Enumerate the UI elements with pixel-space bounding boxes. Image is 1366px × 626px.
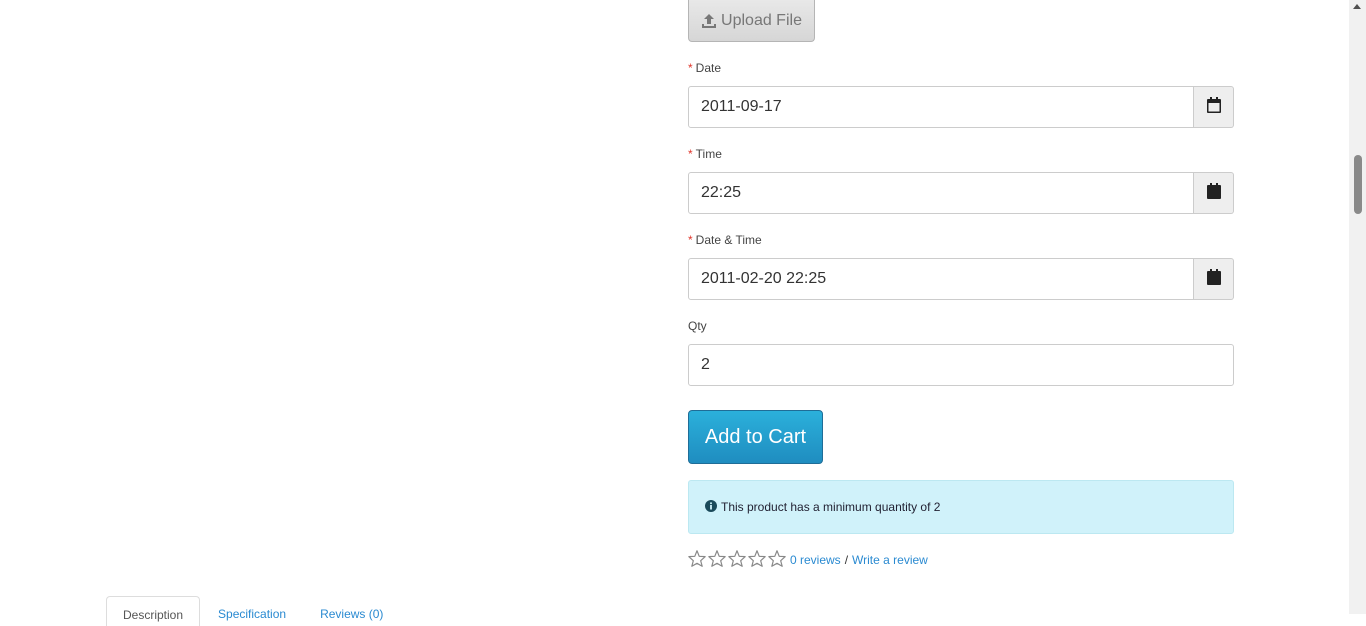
write-review-link[interactable]: Write a review xyxy=(852,553,928,567)
star-empty-icon xyxy=(748,550,766,570)
qty-label: Qty xyxy=(688,319,707,333)
date-picker-button[interactable] xyxy=(1194,86,1234,128)
scroll-up-arrow-icon[interactable] xyxy=(1353,4,1361,9)
time-label-text: Time xyxy=(695,147,722,161)
date-input-group: 2011-09-17 xyxy=(688,86,1234,128)
required-mark: * xyxy=(688,61,693,75)
product-tabs: Description Specification Reviews (0) xyxy=(106,596,401,626)
datetime-input-group: 2011-02-20 22:25 xyxy=(688,258,1234,300)
qty-input[interactable]: 2 xyxy=(688,344,1234,386)
tab-reviews[interactable]: Reviews (0) xyxy=(304,596,399,626)
datetime-picker-button[interactable] xyxy=(1194,258,1234,300)
time-label: * Time xyxy=(688,147,722,161)
time-picker-button[interactable] xyxy=(1194,172,1234,214)
upload-file-label: Upload File xyxy=(721,11,802,29)
upload-file-button[interactable]: Upload File xyxy=(688,0,815,42)
scrollbar-thumb[interactable] xyxy=(1354,155,1362,214)
rating-separator: / xyxy=(844,553,849,567)
rating-row: 0 reviews / Write a review xyxy=(688,550,928,570)
reviews-link[interactable]: 0 reviews xyxy=(790,553,841,567)
vertical-scrollbar[interactable] xyxy=(1349,0,1366,614)
minimum-quantity-alert: This product has a minimum quantity of 2 xyxy=(688,480,1234,534)
alert-text: This product has a minimum quantity of 2 xyxy=(721,500,941,514)
date-label: * Date xyxy=(688,61,721,75)
tab-description[interactable]: Description xyxy=(106,596,201,626)
calendar-icon xyxy=(1206,268,1221,290)
info-circle-icon xyxy=(705,499,717,515)
rating-stars xyxy=(688,550,786,570)
upload-icon xyxy=(701,13,717,29)
datetime-input[interactable]: 2011-02-20 22:25 xyxy=(688,258,1194,300)
date-label-text: Date xyxy=(695,61,722,75)
time-input-group: 22:25 xyxy=(688,172,1234,214)
calendar-icon xyxy=(1206,182,1221,204)
star-empty-icon xyxy=(768,550,786,570)
calendar-icon xyxy=(1206,96,1221,118)
tab-specification[interactable]: Specification xyxy=(202,596,302,626)
datetime-label-text: Date & Time xyxy=(695,233,762,247)
add-to-cart-button[interactable]: Add to Cart xyxy=(688,410,823,464)
star-empty-icon xyxy=(708,550,726,570)
time-input[interactable]: 22:25 xyxy=(688,172,1194,214)
required-mark: * xyxy=(688,233,693,247)
star-empty-icon xyxy=(728,550,746,570)
date-input[interactable]: 2011-09-17 xyxy=(688,86,1194,128)
required-mark: * xyxy=(688,147,693,161)
star-empty-icon xyxy=(688,550,706,570)
datetime-label: * Date & Time xyxy=(688,233,762,247)
